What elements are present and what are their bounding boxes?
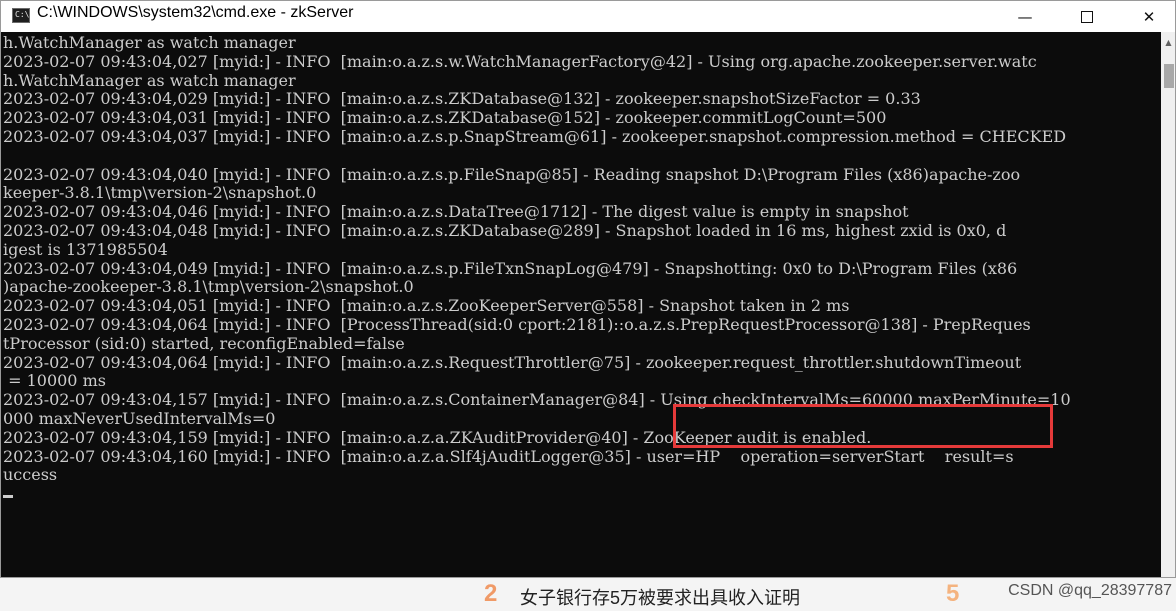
console-line: 2023-02-07 09:43:04,064 [myid:] - INFO [… bbox=[3, 352, 1022, 372]
csdn-watermark: CSDN @qq_28397787 bbox=[1008, 582, 1172, 600]
console-line: 000 maxNeverUsedIntervalMs=0 bbox=[3, 409, 276, 428]
list-item-number: 5 bbox=[946, 580, 960, 607]
console-line: 2023-02-07 09:43:04,160 [myid:] - INFO [… bbox=[3, 446, 1014, 466]
console-line: )apache-zookeeper-3.8.1\tmp\version-2\sn… bbox=[3, 277, 414, 297]
console-line: uccess bbox=[3, 465, 58, 485]
console-line: 2023-02-07 09:43:04,046 [myid:] - INFO [… bbox=[3, 202, 909, 222]
console-line: 2023-02-07 09:43:04,040 [myid:] - INFO [… bbox=[3, 164, 1021, 184]
console-line: 2023-02-07 09:43:04,048 [myid:] - INFO [… bbox=[3, 221, 1007, 240]
console-line: 2023-02-07 09:43:04,049 [myid:] - INFO [… bbox=[3, 258, 1018, 278]
console-line: 2023-02-07 09:43:04,051 [myid:] - INFO [… bbox=[3, 296, 850, 316]
underlying-page-strip: 2 女子银行存5万被要求出具收入证明 5 CSDN @qq_28397787 bbox=[0, 578, 1176, 611]
highlight-annotation-box bbox=[673, 404, 1053, 448]
console-line: h.WatchManager as watch manager bbox=[3, 33, 296, 52]
console-line: tProcessor (sid:0) started, reconfigEnab… bbox=[3, 333, 405, 353]
title-bar[interactable]: C:\WINDOWS\system32\cmd.exe - zkServer —… bbox=[1, 1, 1175, 32]
scroll-up-icon[interactable]: ▲ bbox=[1161, 32, 1175, 52]
console-output[interactable]: h.WatchManager as watch manager 2023-02-0… bbox=[1, 32, 1161, 577]
console-line: 2023-02-07 09:43:04,064 [myid:] - INFO [… bbox=[3, 315, 1031, 334]
close-button[interactable]: ✕ bbox=[1126, 1, 1172, 32]
text-cursor bbox=[3, 495, 13, 498]
console-line: 2023-02-07 09:43:04,031 [myid:] - INFO [… bbox=[3, 108, 887, 128]
console-line: 2023-02-07 09:43:04,037 [myid:] - INFO [… bbox=[3, 127, 1067, 146]
list-item-number: 2 bbox=[484, 580, 498, 607]
console-line: 2023-02-07 09:43:04,027 [myid:] - INFO [… bbox=[3, 51, 1037, 71]
scroll-thumb[interactable] bbox=[1164, 64, 1174, 88]
console-line: h.WatchManager as watch manager bbox=[3, 70, 296, 90]
cmd-window[interactable]: C:\WINDOWS\system32\cmd.exe - zkServer —… bbox=[0, 0, 1176, 578]
maximize-button[interactable] bbox=[1064, 1, 1110, 32]
cmd-app-icon bbox=[12, 8, 30, 23]
console-line: igest is 1371985504 bbox=[3, 239, 168, 259]
console-line: = 10000 ms bbox=[3, 371, 106, 391]
vertical-scrollbar[interactable]: ▲ bbox=[1161, 32, 1175, 577]
window-title: C:\WINDOWS\system32\cmd.exe - zkServer bbox=[37, 4, 354, 21]
minimize-button[interactable]: — bbox=[1002, 1, 1048, 32]
maximize-icon bbox=[1081, 10, 1093, 23]
console-line: keeper-3.8.1\tmp\version-2\snapshot.0 bbox=[3, 183, 317, 203]
console-line: 2023-02-07 09:43:04,029 [myid:] - INFO [… bbox=[3, 89, 921, 109]
list-item-text[interactable]: 女子银行存5万被要求出具收入证明 bbox=[520, 584, 800, 610]
